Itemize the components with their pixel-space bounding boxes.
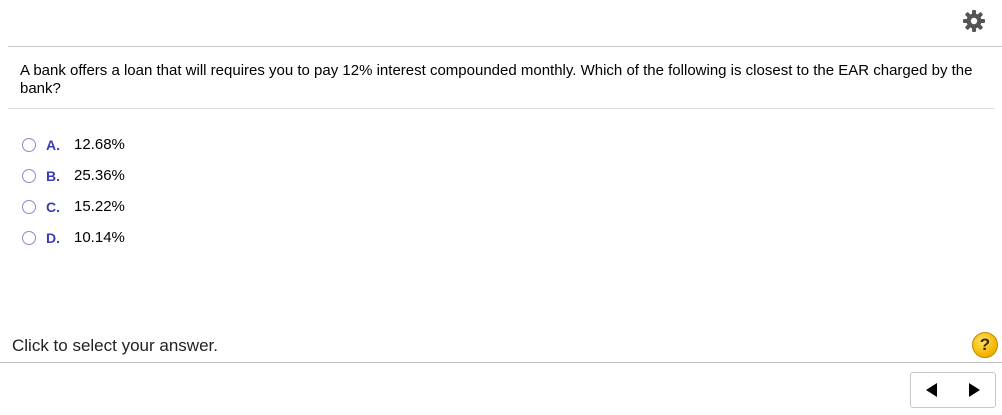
- radio-button[interactable]: [22, 137, 36, 152]
- option-letter: D.: [46, 229, 60, 246]
- radio-button[interactable]: [22, 230, 36, 245]
- navigation-controls: [910, 372, 996, 408]
- status-text: Click to select your answer.: [12, 336, 218, 355]
- option-text: 12.68%: [74, 136, 125, 153]
- help-icon[interactable]: ?: [972, 332, 998, 358]
- gear-icon[interactable]: [962, 9, 986, 33]
- option-letter: C.: [46, 198, 60, 215]
- option-text: 25.36%: [74, 167, 125, 184]
- option-c[interactable]: C. 15.22%: [22, 191, 125, 222]
- option-a[interactable]: A. 12.68%: [22, 129, 125, 160]
- radio-button[interactable]: [22, 199, 36, 214]
- option-text: 15.22%: [74, 198, 125, 215]
- arrow-left-icon: [926, 383, 937, 397]
- option-text: 10.14%: [74, 229, 125, 246]
- option-letter: B.: [46, 167, 60, 184]
- footer-divider: [0, 362, 1002, 363]
- option-b[interactable]: B. 25.36%: [22, 160, 125, 191]
- radio-button[interactable]: [22, 168, 36, 183]
- header-divider: [8, 46, 1002, 47]
- answer-options: A. 12.68% B. 25.36% C. 15.22% D. 10.14%: [22, 129, 125, 253]
- question-text: A bank offers a loan that will requires …: [20, 62, 973, 97]
- next-button[interactable]: [959, 375, 989, 405]
- question-divider: [8, 108, 994, 109]
- option-letter: A.: [46, 136, 60, 153]
- previous-button[interactable]: [917, 375, 947, 405]
- question-frame: A bank offers a loan that will requires …: [0, 0, 1002, 415]
- option-d[interactable]: D. 10.14%: [22, 222, 125, 253]
- arrow-right-icon: [969, 383, 980, 397]
